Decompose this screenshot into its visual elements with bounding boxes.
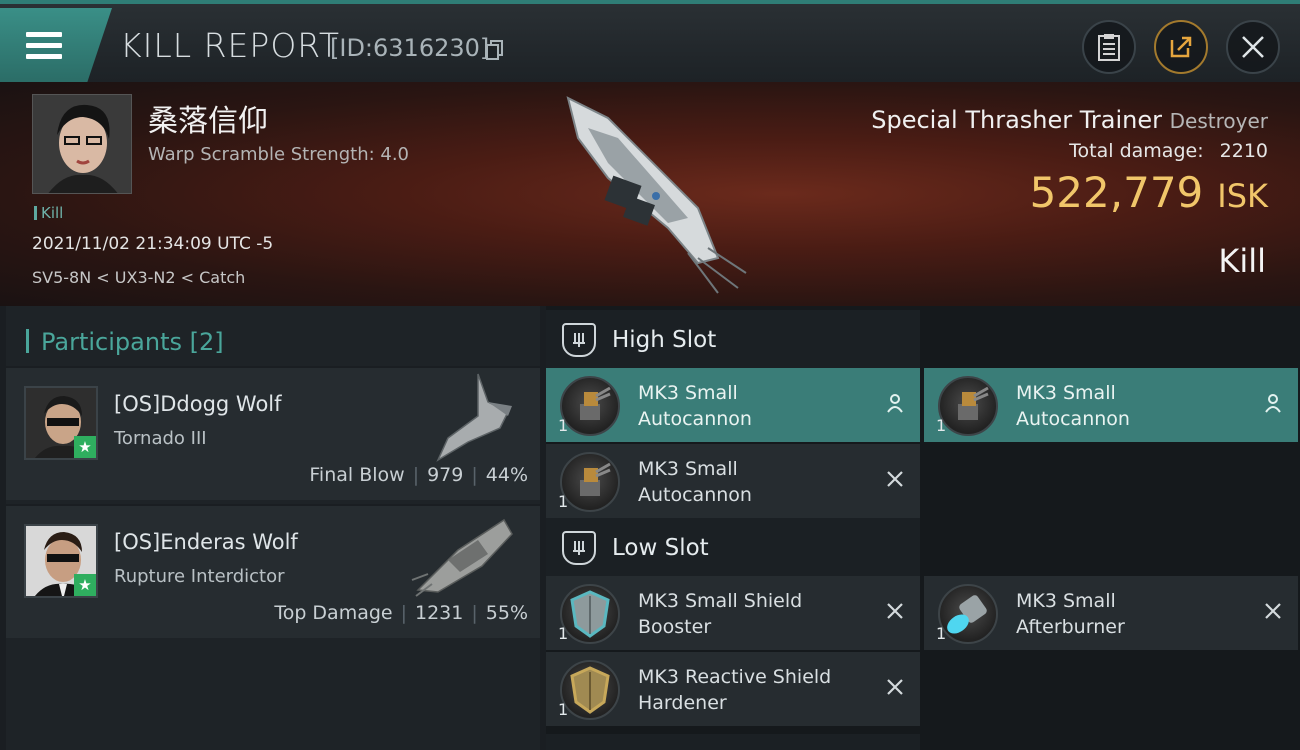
high-slot-label: High Slot: [612, 327, 717, 353]
autocannon-icon: [560, 452, 620, 512]
fitting-panel: High Slot 1 MK3 Small Autocannon 1 MK3 Sm…: [546, 306, 1300, 750]
person-icon[interactable]: [884, 392, 906, 414]
module-slot[interactable]: 1 MK3 Small Afterburner: [924, 576, 1298, 650]
total-damage: Total damage: 2210: [1069, 140, 1268, 162]
high-slot-icon: [562, 323, 596, 357]
module-name: MK3 Small Autocannon: [1016, 382, 1130, 430]
x-icon[interactable]: [884, 600, 906, 622]
participant-name: [OS]Ddogg Wolf: [114, 392, 282, 416]
total-damage-label: Total damage:: [1069, 140, 1204, 162]
participants-panel: Participants [2] ★ [OS]Ddogg Wolf Tornad…: [6, 306, 540, 750]
total-damage-value: 2210: [1219, 140, 1268, 162]
participant-percent: 55%: [485, 602, 528, 624]
module-name: MK3 Small Afterburner: [1016, 590, 1125, 638]
low-slot-label: Low Slot: [612, 535, 709, 561]
kill-summary-banner: 桑落信仰 Warp Scramble Strength: 4.0 Kill 20…: [0, 82, 1300, 306]
share-button[interactable]: [1154, 20, 1208, 74]
participant-percent: 44%: [485, 464, 528, 486]
participant-card[interactable]: ★ [OS]Enderas Wolf Rupture Interdictor T…: [6, 504, 540, 638]
participant-stats: Top Damage | 1231 | 55%: [274, 602, 528, 624]
isk-unit: ISK: [1217, 177, 1268, 215]
menu-icon: [26, 32, 62, 60]
page-title: KILL REPORT: [120, 26, 340, 65]
x-icon[interactable]: [884, 676, 906, 698]
module-name: MK3 Small Shield Booster: [638, 590, 803, 638]
clipboard-button[interactable]: [1082, 20, 1136, 74]
shield-booster-icon: [560, 584, 620, 644]
x-icon[interactable]: [884, 468, 906, 490]
ship-class: Destroyer: [1169, 109, 1268, 133]
share-icon: [1170, 36, 1192, 58]
low-slot-icon: [562, 531, 596, 565]
shield-hardener-icon: [560, 660, 620, 720]
warp-scramble-strength: Warp Scramble Strength: 4.0: [148, 144, 410, 165]
star-icon: ★: [74, 574, 96, 596]
module-slot[interactable]: 1 MK3 Small Autocannon: [924, 368, 1298, 442]
isk-value: 522,779 ISK: [1030, 168, 1268, 217]
participant-role: Final Blow: [309, 464, 405, 486]
module-name: MK3 Small Autocannon: [638, 458, 752, 506]
module-slot[interactable]: 1 MK3 Small Autocannon: [546, 444, 920, 518]
module-name: MK3 Reactive Shield Hardener: [638, 666, 832, 714]
portrait-image: [33, 95, 131, 193]
close-button[interactable]: [1226, 20, 1280, 74]
participant-damage: 1231: [415, 602, 464, 624]
participant-stats: Final Blow | 979 | 44%: [309, 464, 528, 486]
kill-location: SV5-8N < UX3-N2 < Catch: [32, 268, 246, 287]
victim-avatar[interactable]: [32, 94, 132, 194]
module-quantity: 1: [558, 700, 569, 719]
high-slot-header: High Slot: [546, 310, 920, 370]
kill-datetime: 2021/11/02 21:34:09 UTC -5: [32, 234, 274, 254]
participant-avatar[interactable]: ★: [24, 386, 98, 460]
autocannon-icon: [938, 376, 998, 436]
person-icon[interactable]: [1262, 392, 1284, 414]
participant-name: [OS]Enderas Wolf: [114, 530, 298, 554]
module-quantity: 1: [558, 416, 569, 435]
clipboard-icon: [1098, 34, 1120, 61]
participant-ship: Rupture Interdictor: [114, 566, 285, 587]
module-quantity: 1: [558, 624, 569, 643]
participant-card[interactable]: ★ [OS]Ddogg Wolf Tornado III Final Blow |…: [6, 366, 540, 500]
low-slot-header: Low Slot: [546, 518, 920, 578]
participant-ship: Tornado III: [114, 428, 207, 449]
isk-amount: 522,779: [1029, 168, 1204, 217]
copy-icon[interactable]: [486, 40, 504, 60]
participant-ship-image: [436, 373, 512, 462]
autocannon-icon: [560, 376, 620, 436]
ship-name: Special Thrasher Trainer: [871, 106, 1162, 134]
module-quantity: 1: [558, 492, 569, 511]
mid-slot-header-partial: [546, 734, 920, 750]
participant-avatar[interactable]: ★: [24, 524, 98, 598]
module-name: MK3 Small Autocannon: [638, 382, 752, 430]
participant-ship-image: [411, 518, 513, 597]
module-slot[interactable]: 1 MK3 Small Shield Booster: [546, 576, 920, 650]
menu-button[interactable]: [0, 8, 112, 82]
x-icon[interactable]: [1262, 600, 1284, 622]
kill-type: Kill: [1218, 242, 1266, 280]
report-id: [ID:6316230]: [330, 34, 490, 62]
victim-ship: Special Thrasher Trainer Destroyer: [871, 106, 1268, 134]
close-icon: [1242, 36, 1264, 58]
kill-tag: Kill: [34, 204, 63, 222]
victim-ship-image: [566, 96, 747, 294]
module-slot[interactable]: 1 MK3 Reactive Shield Hardener: [546, 652, 920, 726]
module-slot[interactable]: 1 MK3 Small Autocannon: [546, 368, 920, 442]
star-icon: ★: [74, 436, 96, 458]
victim-name: 桑落信仰: [148, 104, 268, 139]
top-bar: KILL REPORT [ID:6316230]: [0, 0, 1300, 82]
participant-damage: 979: [427, 464, 464, 486]
afterburner-icon: [938, 584, 998, 644]
participant-role: Top Damage: [274, 602, 393, 624]
module-quantity: 1: [936, 624, 947, 643]
module-quantity: 1: [936, 416, 947, 435]
participants-header: Participants [2]: [26, 328, 224, 356]
